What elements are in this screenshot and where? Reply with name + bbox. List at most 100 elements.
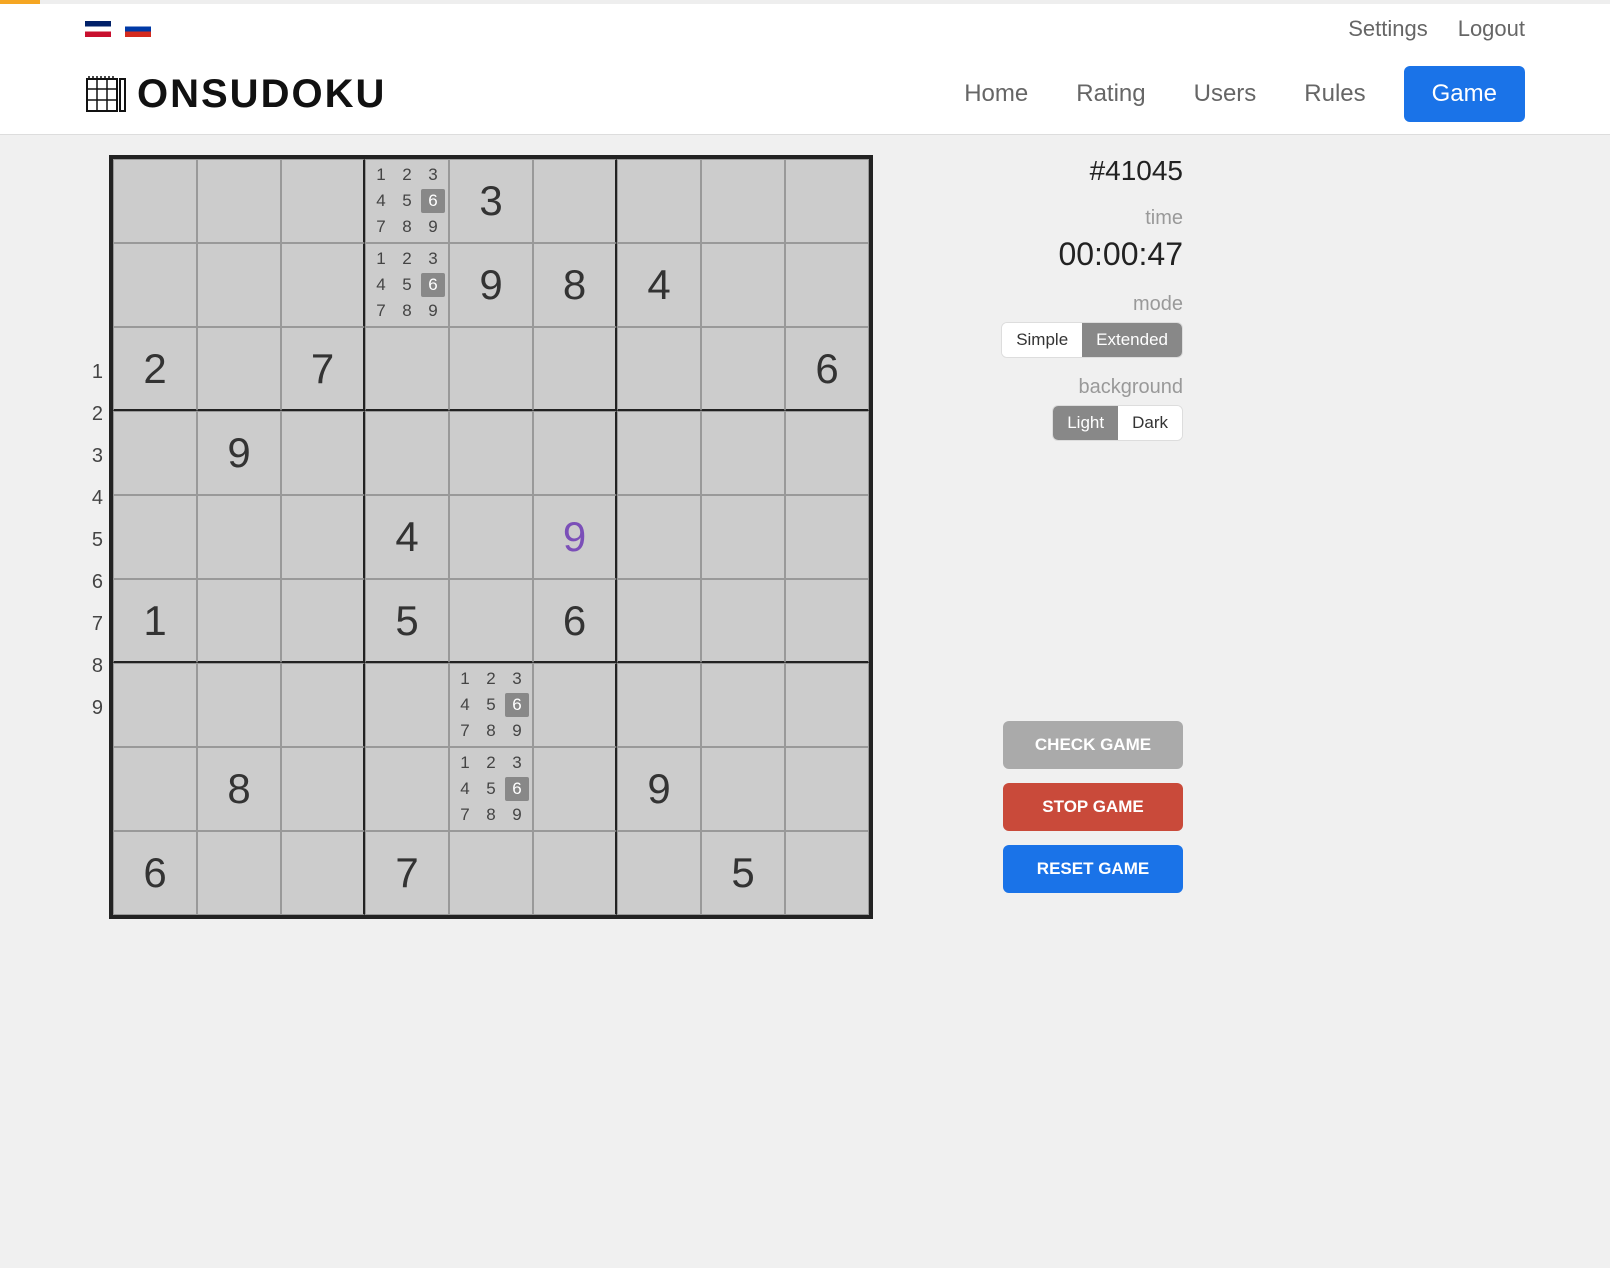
cell-r3-c3[interactable] <box>365 411 449 495</box>
cell-r3-c2[interactable] <box>281 411 365 495</box>
candidate-5[interactable]: 5 <box>479 777 503 801</box>
cell-r6-c4[interactable]: 123456789 <box>449 663 533 747</box>
candidate-6[interactable]: 6 <box>421 273 445 297</box>
cell-r6-c7[interactable] <box>701 663 785 747</box>
candidate-5[interactable]: 5 <box>479 693 503 717</box>
cell-r2-c2[interactable]: 7 <box>281 327 365 411</box>
cell-r4-c1[interactable] <box>197 495 281 579</box>
candidate-9[interactable]: 9 <box>421 299 445 323</box>
candidate-7[interactable]: 7 <box>369 299 393 323</box>
cell-r1-c3[interactable]: 123456789 <box>365 243 449 327</box>
cell-r6-c2[interactable] <box>281 663 365 747</box>
number-picker-8[interactable]: 8 <box>85 645 103 687</box>
nav-home[interactable]: Home <box>954 66 1038 122</box>
cell-r5-c0[interactable]: 1 <box>113 579 197 663</box>
candidate-8[interactable]: 8 <box>479 803 503 827</box>
cell-r1-c4[interactable]: 9 <box>449 243 533 327</box>
flag-ru-icon[interactable] <box>125 21 151 37</box>
nav-game[interactable]: Game <box>1404 66 1525 122</box>
cell-r0-c1[interactable] <box>197 159 281 243</box>
mode-extended-button[interactable]: Extended <box>1082 323 1182 357</box>
cell-r1-c2[interactable] <box>281 243 365 327</box>
cell-r0-c3[interactable]: 123456789 <box>365 159 449 243</box>
number-picker-1[interactable]: 1 <box>85 351 103 393</box>
cell-r3-c4[interactable] <box>449 411 533 495</box>
mode-simple-button[interactable]: Simple <box>1002 323 1082 357</box>
candidate-9[interactable]: 9 <box>505 719 529 743</box>
candidate-4[interactable]: 4 <box>453 693 477 717</box>
cell-r8-c6[interactable] <box>617 831 701 915</box>
cell-r5-c8[interactable] <box>785 579 869 663</box>
logo[interactable]: ONSUDOKU <box>85 72 386 117</box>
cell-r1-c6[interactable]: 4 <box>617 243 701 327</box>
cell-r4-c0[interactable] <box>113 495 197 579</box>
cell-r5-c2[interactable] <box>281 579 365 663</box>
cell-r0-c5[interactable] <box>533 159 617 243</box>
cell-r5-c1[interactable] <box>197 579 281 663</box>
cell-r4-c5[interactable]: 9 <box>533 495 617 579</box>
cell-r4-c6[interactable] <box>617 495 701 579</box>
cell-r7-c5[interactable] <box>533 747 617 831</box>
cell-r6-c8[interactable] <box>785 663 869 747</box>
cell-r3-c0[interactable] <box>113 411 197 495</box>
cell-r2-c3[interactable] <box>365 327 449 411</box>
number-picker-7[interactable]: 7 <box>85 603 103 645</box>
cell-r2-c4[interactable] <box>449 327 533 411</box>
number-picker-9[interactable]: 9 <box>85 687 103 729</box>
candidate-1[interactable]: 1 <box>369 247 393 271</box>
check-game-button[interactable]: CHECK GAME <box>1003 721 1183 769</box>
cell-r1-c7[interactable] <box>701 243 785 327</box>
cell-r1-c8[interactable] <box>785 243 869 327</box>
cell-r0-c7[interactable] <box>701 159 785 243</box>
cell-r1-c1[interactable] <box>197 243 281 327</box>
candidate-3[interactable]: 3 <box>505 667 529 691</box>
flag-uk-icon[interactable] <box>85 21 111 37</box>
candidate-7[interactable]: 7 <box>453 803 477 827</box>
reset-game-button[interactable]: RESET GAME <box>1003 845 1183 893</box>
candidate-3[interactable]: 3 <box>421 247 445 271</box>
cell-r2-c6[interactable] <box>617 327 701 411</box>
cell-r4-c2[interactable] <box>281 495 365 579</box>
cell-r3-c8[interactable] <box>785 411 869 495</box>
cell-r2-c5[interactable] <box>533 327 617 411</box>
cell-r7-c6[interactable]: 9 <box>617 747 701 831</box>
cell-r8-c2[interactable] <box>281 831 365 915</box>
candidate-1[interactable]: 1 <box>453 751 477 775</box>
candidate-8[interactable]: 8 <box>395 299 419 323</box>
cell-r8-c5[interactable] <box>533 831 617 915</box>
cell-r5-c6[interactable] <box>617 579 701 663</box>
cell-r3-c6[interactable] <box>617 411 701 495</box>
number-picker-6[interactable]: 6 <box>85 561 103 603</box>
candidate-9[interactable]: 9 <box>421 215 445 239</box>
candidate-2[interactable]: 2 <box>395 163 419 187</box>
cell-r2-c7[interactable] <box>701 327 785 411</box>
cell-r0-c4[interactable]: 3 <box>449 159 533 243</box>
nav-rules[interactable]: Rules <box>1294 66 1375 122</box>
candidate-4[interactable]: 4 <box>369 273 393 297</box>
cell-r5-c5[interactable]: 6 <box>533 579 617 663</box>
cell-r6-c1[interactable] <box>197 663 281 747</box>
cell-r0-c6[interactable] <box>617 159 701 243</box>
cell-r6-c0[interactable] <box>113 663 197 747</box>
candidate-3[interactable]: 3 <box>505 751 529 775</box>
cell-r5-c7[interactable] <box>701 579 785 663</box>
candidate-1[interactable]: 1 <box>369 163 393 187</box>
cell-r1-c5[interactable]: 8 <box>533 243 617 327</box>
cell-r2-c1[interactable] <box>197 327 281 411</box>
cell-r7-c1[interactable]: 8 <box>197 747 281 831</box>
cell-r2-c0[interactable]: 2 <box>113 327 197 411</box>
cell-r4-c3[interactable]: 4 <box>365 495 449 579</box>
candidate-8[interactable]: 8 <box>479 719 503 743</box>
cell-r4-c7[interactable] <box>701 495 785 579</box>
cell-r4-c4[interactable] <box>449 495 533 579</box>
sudoku-board[interactable]: 1234567893123456789984276949156123456789… <box>109 155 873 919</box>
logout-link[interactable]: Logout <box>1458 16 1525 42</box>
cell-r8-c0[interactable]: 6 <box>113 831 197 915</box>
number-picker-3[interactable]: 3 <box>85 435 103 477</box>
cell-r8-c4[interactable] <box>449 831 533 915</box>
cell-r3-c7[interactable] <box>701 411 785 495</box>
cell-r0-c0[interactable] <box>113 159 197 243</box>
candidate-6[interactable]: 6 <box>505 693 529 717</box>
number-picker-5[interactable]: 5 <box>85 519 103 561</box>
cell-r8-c8[interactable] <box>785 831 869 915</box>
